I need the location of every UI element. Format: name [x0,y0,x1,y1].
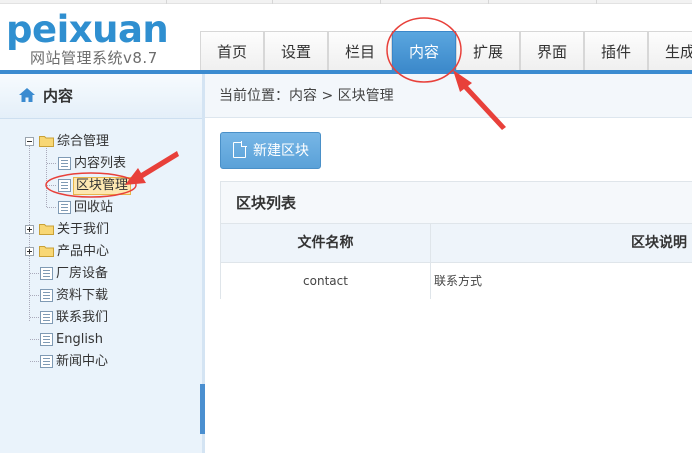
table-row[interactable]: contact 联系方式 [221,263,692,299]
tree-node-downloads[interactable]: 资料下载 [0,286,200,306]
sidebar-header: 内容 [0,74,202,119]
tree-node-block-manage[interactable]: 区块管理 [0,176,200,196]
folder-icon [39,224,54,235]
cell-filename: contact [303,274,348,288]
document-icon [233,141,247,158]
tree-node-recycle-bin[interactable]: 回收站 [0,198,200,218]
column-header-filename: 文件名称 [297,235,354,251]
table-header-row: 文件名称 区块说明 [221,224,692,263]
nav-tab-content[interactable]: 内容 [392,31,456,74]
column-header-description: 区块说明 [631,235,687,251]
tree-label: 资料下载 [56,288,109,303]
nav-tab-generate[interactable]: 生成 [648,31,692,74]
nav-tab-home[interactable]: 首页 [200,31,264,74]
folder-icon [39,136,54,147]
panel-title: 区块列表 [236,194,297,212]
folder-icon [39,246,54,257]
new-block-button[interactable]: 新建区块 [220,132,321,169]
page-list-icon [58,157,71,170]
expand-icon[interactable] [25,225,34,234]
tree-node-products[interactable]: 产品中心 [0,242,200,262]
tree-node-factory[interactable]: 厂房设备 [0,264,200,284]
page-list-icon [40,267,53,280]
tree-label: 新闻中心 [56,354,109,369]
tree-node-english[interactable]: English [0,330,200,350]
column-divider [430,224,431,299]
top-nav: 首页 设置 栏目 内容 扩展 界面 插件 生成 [200,31,692,74]
panel-header: 区块列表 [221,182,692,224]
tree-node-news[interactable]: 新闻中心 [0,352,200,372]
logo-word: peixuan [6,8,169,51]
page-list-icon [40,311,53,324]
tree-label: English [56,332,103,347]
breadcrumb-text: 当前位置：内容 > 区块管理 [219,88,394,104]
tree-label: 联系我们 [56,310,109,325]
page-list-icon [58,179,71,192]
app-header: peixuan 网站管理系统v8.7 首页 设置 栏目 内容 扩展 界面 插件 … [0,4,692,74]
cell-description: 联系方式 [434,274,483,288]
nav-tab-settings[interactable]: 设置 [264,31,328,74]
tree-label: 产品中心 [57,244,110,259]
page-list-icon [40,289,53,302]
sidebar-title: 内容 [43,87,74,105]
logo-subtitle: 网站管理系统v8.7 [30,49,158,67]
logo: peixuan 网站管理系统v8.7 [6,10,196,70]
nav-tab-columns[interactable]: 栏目 [328,31,392,74]
tree-node-content-list[interactable]: 内容列表 [0,154,200,174]
tree-label: 回收站 [74,200,114,215]
block-list-panel: 区块列表 文件名称 区块说明 contact 联系方式 [220,181,692,299]
home-icon [19,88,35,102]
sidebar: 内容 综合管理 内容列表 区块管理 回收站 关于我们 产品中心 厂房设备 资料下… [0,74,205,453]
nav-tab-extend[interactable]: 扩展 [456,31,520,74]
tree-label-selected: 区块管理 [73,177,132,195]
nav-tab-plugins[interactable]: 插件 [584,31,648,74]
tree-label: 内容列表 [74,156,127,171]
nav-tab-interface[interactable]: 界面 [520,31,584,74]
tree-node-contact-us[interactable]: 联系我们 [0,308,200,328]
tree-node-about-us[interactable]: 关于我们 [0,220,200,240]
expand-icon[interactable] [25,247,34,256]
tree-label: 综合管理 [57,134,110,149]
sidebar-scrollbar[interactable] [200,384,205,434]
tree-label: 关于我们 [57,222,110,237]
new-block-label: 新建区块 [253,143,309,159]
tree-node-general[interactable]: 综合管理 [0,132,200,152]
breadcrumb: 当前位置：内容 > 区块管理 [205,74,692,118]
collapse-icon[interactable] [25,137,34,146]
page-list-icon [40,333,53,346]
tree-label: 厂房设备 [56,266,109,281]
page-list-icon [58,201,71,214]
page-list-icon [40,355,53,368]
